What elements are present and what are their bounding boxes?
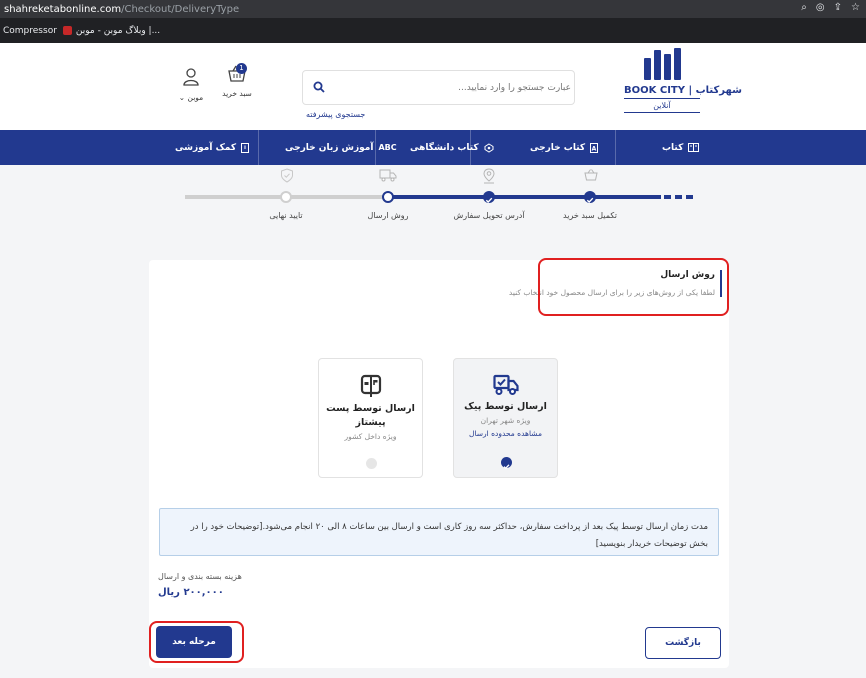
logo-name: BOOK CITY | شهرکتاب <box>624 85 742 99</box>
mailbox-icon <box>360 374 381 397</box>
star-icon[interactable]: ☆ <box>851 2 860 13</box>
nav-label: کمک آموزشی <box>175 142 237 153</box>
graduation-cap-icon <box>484 142 494 153</box>
step-check-icon <box>584 191 596 203</box>
nav-item-foreign-books[interactable]: کتاب خارجی A <box>530 130 599 165</box>
eye-off-icon[interactable]: ◎ <box>816 2 825 13</box>
share-icon[interactable]: ⇪ <box>834 2 842 13</box>
truck-step-icon <box>379 169 397 182</box>
browser-url-bar[interactable]: shahreketabonline.com/Checkout/DeliveryT… <box>0 0 866 18</box>
option-subtitle: ویژه داخل کشور <box>344 432 397 441</box>
url-host: shahreketabonline.com <box>4 3 122 15</box>
search-icon[interactable] <box>313 81 325 93</box>
step-label-address: آدرس تحویل سفارش <box>453 211 525 220</box>
user-icon <box>183 68 199 86</box>
zoom-icon[interactable]: ⌕ <box>801 2 807 13</box>
nav-divider <box>258 130 259 165</box>
nav-divider <box>615 130 616 165</box>
delivery-card: روش ارسال لطفا یکی از روش‌های زیر را برا… <box>149 260 729 668</box>
location-pin-icon <box>483 168 495 184</box>
book-icon <box>688 143 700 152</box>
delivery-info-note: مدت زمان ارسال توسط پیک بعد از پرداخت سف… <box>159 508 719 556</box>
user-name: موبن <box>187 93 204 102</box>
highlight-box-section <box>538 258 729 316</box>
bookmark-label: Compressor <box>3 25 57 36</box>
advanced-search-link[interactable]: جستجوی پیشرفته <box>306 110 365 119</box>
cart-button[interactable]: 1 سبد خرید <box>220 63 254 98</box>
basket-step-icon <box>584 169 598 181</box>
nav-item-language-learning[interactable]: آموزش زبان خارجی ABC <box>285 130 397 165</box>
step-check-icon <box>483 191 495 203</box>
notebook-icon <box>241 142 250 153</box>
back-button[interactable]: بازگشت <box>645 627 721 659</box>
svg-text:A: A <box>592 145 597 152</box>
site-header: BOOK CITY | شهرکتاب آنلاین جستجوی پیشرفت… <box>0 43 866 130</box>
abc-icon: ABC <box>378 143 397 152</box>
option-title: ارسال توسط پست پیشتاز <box>326 403 415 428</box>
bookmark-label: وبلاگ موبن - موبن |... <box>75 25 161 36</box>
radio-unchecked[interactable] <box>366 458 377 469</box>
step-track-done <box>388 195 661 199</box>
step-label-cart: تکمیل سبد خرید <box>563 211 617 220</box>
bookmark-favicon-icon <box>62 26 72 35</box>
nav-label: کتاب <box>662 142 684 153</box>
chevron-down-icon: ⌄ <box>178 93 186 102</box>
nav-label: کتاب دانشگاهی <box>410 142 479 153</box>
nav-label: آموزش زبان خارجی <box>285 142 374 153</box>
main-nav: کتاب کتاب خارجی A کتاب دانشگاهی آموزش زب… <box>0 130 866 165</box>
nav-item-educational-aids[interactable]: کمک آموزشی <box>175 130 250 165</box>
cost-label: هزینه بسته بندی و ارسال <box>158 572 242 581</box>
nav-item-academic-books[interactable]: کتاب دانشگاهی <box>410 130 494 165</box>
user-label: ⌄ موبن <box>176 93 206 102</box>
option-subtitle: ویژه شهر تهران <box>480 416 531 425</box>
nav-item-books[interactable]: کتاب <box>662 130 700 165</box>
search-box <box>302 70 575 105</box>
shield-check-icon <box>281 168 293 183</box>
logo-sub: آنلاین <box>624 101 700 113</box>
bookmarks-bar: Compressor وبلاگ موبن - موبن |... <box>0 18 866 43</box>
cart-label: سبد خرید <box>222 89 252 98</box>
step-track-dashes <box>664 195 693 199</box>
bookmark-compressor[interactable]: Compressor <box>3 26 57 36</box>
step-label-shipping: روش ارسال <box>367 211 409 220</box>
view-delivery-area-link[interactable]: مشاهده محدوده ارسال <box>454 429 557 438</box>
cost-value: ۲۰۰,۰۰۰ ریال <box>158 587 224 598</box>
url-path: /Checkout/DeliveryType <box>121 3 240 15</box>
option-title: ارسال توسط پیک <box>464 401 547 412</box>
delivery-truck-icon <box>492 374 519 395</box>
step-current-marker <box>382 191 394 203</box>
bookmark-weblog[interactable]: وبلاگ موبن - موبن |... <box>62 25 161 36</box>
step-pending-marker <box>280 191 292 203</box>
foreign-book-icon: A <box>590 142 599 153</box>
search-input[interactable] <box>331 71 571 104</box>
site-logo[interactable]: BOOK CITY | شهرکتاب آنلاین <box>624 48 742 120</box>
highlight-box-next <box>149 621 244 663</box>
cart-count-badge: 1 <box>236 63 247 74</box>
checkout-steps: تکمیل سبد خرید آدرس تحویل سفارش روش ارسا… <box>0 165 866 255</box>
nav-label: کتاب خارجی <box>530 142 586 153</box>
option-courier[interactable]: ارسال توسط پیک ویژه شهر تهران مشاهده محد… <box>453 358 558 478</box>
step-label-confirm: تایید نهایی <box>269 211 303 220</box>
option-express-post[interactable]: ارسال توسط پست پیشتاز ویژه داخل کشور <box>318 358 423 478</box>
radio-checked-icon[interactable] <box>501 457 512 470</box>
user-menu[interactable]: ⌄ موبن <box>176 67 206 102</box>
logo-bars-icon <box>624 48 700 80</box>
